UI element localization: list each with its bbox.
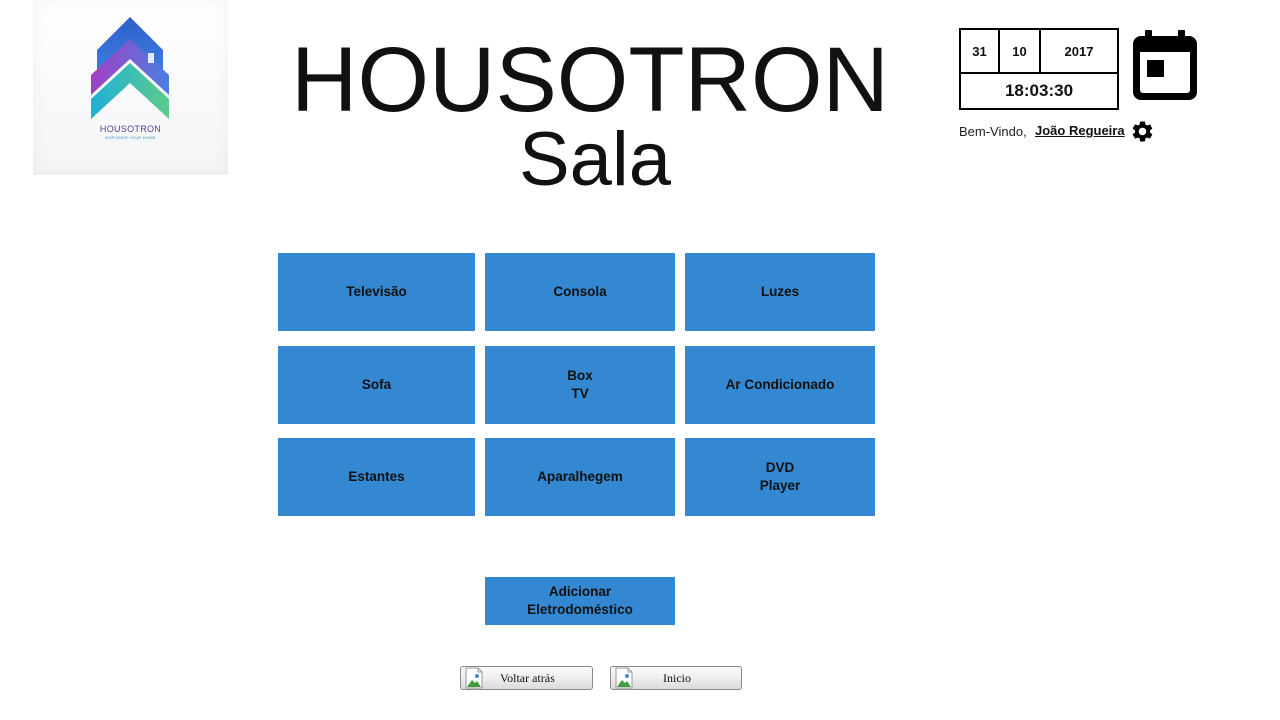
housotron-logo[interactable]: HOUSOTRON EMPOWER YOUR HOME (33, 0, 228, 175)
date-day: 31 (961, 30, 1000, 72)
clock-time: 18:03:30 (1004, 81, 1074, 100)
home-button[interactable]: Inicio (610, 666, 742, 690)
home-button-label: Inicio (663, 671, 691, 685)
back-button-label: Voltar atrás (500, 671, 555, 685)
welcome-greeting: Bem-Vindo, (959, 123, 1027, 139)
device-button-box-tv[interactable]: Box TV (485, 346, 675, 424)
device-button-consola[interactable]: Consola (485, 253, 675, 331)
gear-icon[interactable] (1130, 119, 1155, 144)
add-appliance-button[interactable]: Adicionar Eletrodoméstico (485, 577, 675, 625)
logo-wordmark: HOUSOTRON (99, 124, 162, 134)
calendar-icon[interactable] (1133, 30, 1197, 100)
device-button-televisao[interactable]: Televisão (278, 253, 475, 331)
broken-image-icon (465, 667, 483, 689)
device-button-aparelhagem[interactable]: Aparalhegem (485, 438, 675, 516)
date-month: 10 (1000, 30, 1041, 72)
device-button-luzes[interactable]: Luzes (685, 253, 875, 331)
datetime-box: 31 10 2017 18:03:30 (959, 28, 1119, 110)
date-year: 2017 (1064, 43, 1094, 59)
page: HOUSOTRON EMPOWER YOUR HOME HOUSOTRON Sa… (0, 0, 1280, 720)
logo-tagline: EMPOWER YOUR HOME (105, 135, 156, 140)
user-profile-link[interactable]: João Regueira (1035, 122, 1125, 140)
device-button-estantes[interactable]: Estantes (278, 438, 475, 516)
date-row: 31 10 2017 (961, 30, 1117, 74)
back-button[interactable]: Voltar atrás (460, 666, 593, 690)
room-title: Sala (518, 117, 672, 202)
house-logo-icon (91, 17, 169, 119)
broken-image-icon (615, 667, 633, 689)
device-button-sofa[interactable]: Sofa (278, 346, 475, 424)
device-button-ar-condicionado[interactable]: Ar Condicionado (685, 346, 875, 424)
device-button-dvd-player[interactable]: DVD Player (685, 438, 875, 516)
